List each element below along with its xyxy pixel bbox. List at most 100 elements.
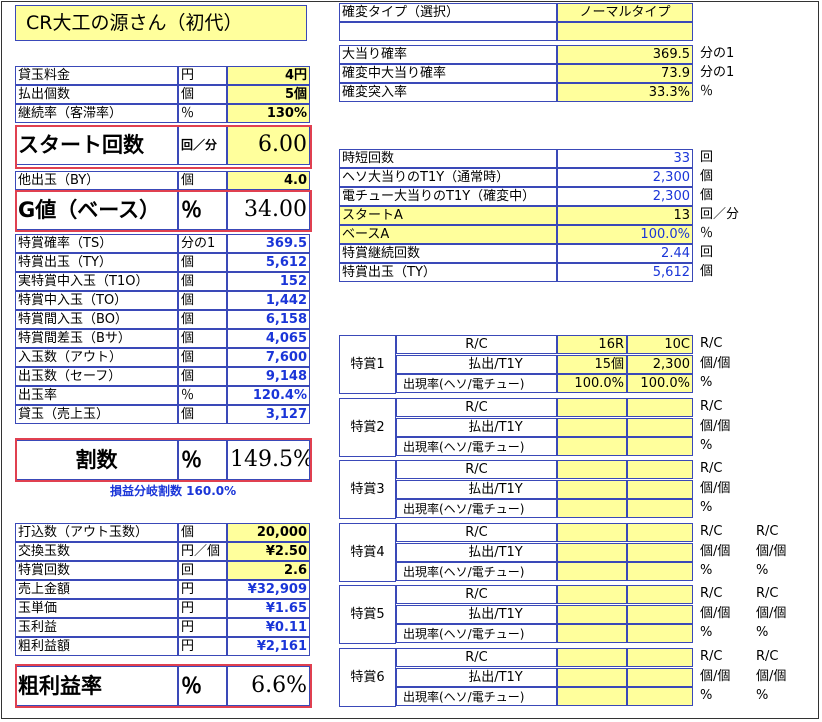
row-value[interactable]: 3,127 bbox=[227, 405, 310, 424]
row-value[interactable]: 100.0% bbox=[557, 225, 693, 244]
row-value[interactable]: 4円 bbox=[227, 66, 310, 85]
row-value[interactable]: 369.5 bbox=[227, 234, 310, 253]
row-value: 33 bbox=[557, 149, 693, 168]
tokusho-value-2[interactable] bbox=[627, 604, 693, 624]
row-value[interactable]: ¥0.11 bbox=[227, 618, 310, 637]
tokusho-value-2[interactable] bbox=[627, 562, 693, 582]
tokusho-value-2[interactable]: 100.0% bbox=[627, 374, 693, 394]
tokusho-value-1[interactable] bbox=[557, 687, 627, 707]
tokusho-unit-1: % bbox=[700, 438, 713, 454]
tokusho-value-2[interactable] bbox=[627, 687, 693, 707]
tokusho-value-2[interactable] bbox=[627, 479, 693, 499]
row-value[interactable]: 6.00 bbox=[227, 125, 310, 165]
row-unit: 円 bbox=[178, 580, 227, 599]
row-value[interactable]: 20,000 bbox=[227, 523, 310, 542]
tokusho-value-1[interactable] bbox=[557, 667, 627, 687]
row-value[interactable]: 2.6 bbox=[227, 561, 310, 580]
row-value[interactable]: 149.5% bbox=[227, 440, 310, 480]
tokusho-sub-label: 出現率(ヘソ/電チュー) bbox=[396, 562, 557, 582]
tokusho-name: 特賞5 bbox=[339, 585, 396, 644]
row-value[interactable]: 152 bbox=[227, 272, 310, 291]
tokusho-value-1[interactable] bbox=[557, 562, 627, 582]
kakuhen-select[interactable]: ノーマルタイプ bbox=[557, 3, 693, 22]
row-value[interactable]: 1,442 bbox=[227, 291, 310, 310]
tokusho-unit-1: R/C bbox=[700, 524, 723, 539]
tokusho-unit-2: R/C bbox=[756, 586, 779, 601]
row-unit: 個 bbox=[178, 405, 227, 424]
row-value[interactable]: ¥32,909 bbox=[227, 580, 310, 599]
tokusho-value-2[interactable] bbox=[627, 624, 693, 644]
tokusho-unit-1: 個/個 bbox=[700, 418, 731, 434]
tokusho-value-1[interactable] bbox=[557, 437, 627, 457]
tokusho-value-2[interactable] bbox=[627, 648, 693, 667]
tokusho-value-1[interactable]: 16R bbox=[557, 335, 627, 354]
tokusho-value-1[interactable] bbox=[557, 542, 627, 562]
row-unit: 分の1 bbox=[178, 234, 227, 253]
row-value[interactable]: 34.00 bbox=[227, 190, 310, 230]
tokusho-value-2[interactable] bbox=[627, 398, 693, 417]
row-value[interactable]: 120.4% bbox=[227, 386, 310, 405]
tokusho-value-1[interactable] bbox=[557, 479, 627, 499]
tokusho-value-1[interactable] bbox=[557, 604, 627, 624]
tokusho-value-2[interactable] bbox=[627, 499, 693, 519]
tokusho-sub-label: R/C bbox=[396, 460, 557, 479]
tokusho-value-1[interactable] bbox=[557, 648, 627, 667]
row-label: 確変突入率 bbox=[339, 83, 557, 102]
row-label: 他出玉（BY） bbox=[15, 171, 178, 190]
row-unit: 円／個 bbox=[178, 542, 227, 561]
tokusho-unit-1: 個/個 bbox=[700, 668, 731, 684]
tokusho-value-1[interactable] bbox=[557, 499, 627, 519]
tokusho-sub-label: 出現率(ヘソ/電チュー) bbox=[396, 624, 557, 644]
row-unit: ％ bbox=[178, 440, 227, 480]
tokusho-sub-label: R/C bbox=[396, 523, 557, 542]
tokusho-sub-label: R/C bbox=[396, 335, 557, 354]
tokusho-unit-1: R/C bbox=[700, 649, 723, 664]
left-calc-table: 貸玉料金円 4円 払出個数個 5個 継続率（客滞率）％ 130% スタート回数 回／分 6.00… bbox=[15, 0, 312, 722]
tokusho-sub-label: 出現率(ヘソ/電チュー) bbox=[396, 687, 557, 707]
tokusho-value-2[interactable] bbox=[627, 437, 693, 457]
tokusho-value-1[interactable] bbox=[557, 417, 627, 437]
tokusho-unit-2: % bbox=[756, 688, 769, 704]
tokusho-value-1[interactable] bbox=[557, 624, 627, 644]
row-value[interactable]: 5個 bbox=[227, 85, 310, 104]
blank-cell bbox=[557, 22, 693, 41]
tokusho-value-2[interactable] bbox=[627, 460, 693, 479]
tokusho-value-1[interactable] bbox=[557, 585, 627, 604]
row-value[interactable]: 5,612 bbox=[227, 253, 310, 272]
row-value[interactable]: 7,600 bbox=[227, 348, 310, 367]
row-label: 玉利益 bbox=[15, 618, 178, 637]
row-value[interactable]: ¥2.50 bbox=[227, 542, 310, 561]
row-value[interactable]: 4,065 bbox=[227, 329, 310, 348]
row-value[interactable]: 4.0 bbox=[227, 171, 310, 190]
tokusho-value-1[interactable] bbox=[557, 398, 627, 417]
row-unit: 回／分 bbox=[700, 207, 740, 222]
row-value[interactable]: 6,158 bbox=[227, 310, 310, 329]
row-value[interactable]: 9,148 bbox=[227, 367, 310, 386]
row-value[interactable]: 73.9 bbox=[557, 64, 693, 83]
tokusho-value-1[interactable] bbox=[557, 460, 627, 479]
tokusho-value-2[interactable]: 2,300 bbox=[627, 354, 693, 374]
tokusho-value-1[interactable]: 15個 bbox=[557, 354, 627, 374]
tokusho-value-2[interactable] bbox=[627, 585, 693, 604]
row-value[interactable]: 13 bbox=[557, 206, 693, 225]
tokusho-value-2[interactable]: 10C bbox=[627, 335, 693, 354]
tokusho-value-2[interactable] bbox=[627, 523, 693, 542]
tokusho-value-1[interactable] bbox=[557, 523, 627, 542]
tokusho-name: 特賞2 bbox=[339, 398, 396, 457]
row-label: 特賞間入玉（BO） bbox=[15, 310, 178, 329]
row-label: 売上金額 bbox=[15, 580, 178, 599]
row-value[interactable]: 6.6% bbox=[227, 666, 310, 706]
row-value[interactable]: 33.3% bbox=[557, 83, 693, 102]
row-value[interactable]: ¥1.65 bbox=[227, 599, 310, 618]
row-label: 大当り確率 bbox=[339, 45, 557, 64]
tokusho-value-2[interactable] bbox=[627, 542, 693, 562]
tokusho-value-2[interactable] bbox=[627, 667, 693, 687]
row-unit: ％ bbox=[178, 190, 227, 230]
tokusho-value-1[interactable]: 100.0% bbox=[557, 374, 627, 394]
row-value[interactable]: ¥2,161 bbox=[227, 637, 310, 656]
row-value[interactable]: 130% bbox=[227, 104, 310, 123]
tokusho-sub-label: 払出/T1Y bbox=[396, 667, 557, 687]
tokusho-value-2[interactable] bbox=[627, 417, 693, 437]
row-unit: ％ bbox=[700, 84, 714, 99]
row-value[interactable]: 369.5 bbox=[557, 45, 693, 64]
